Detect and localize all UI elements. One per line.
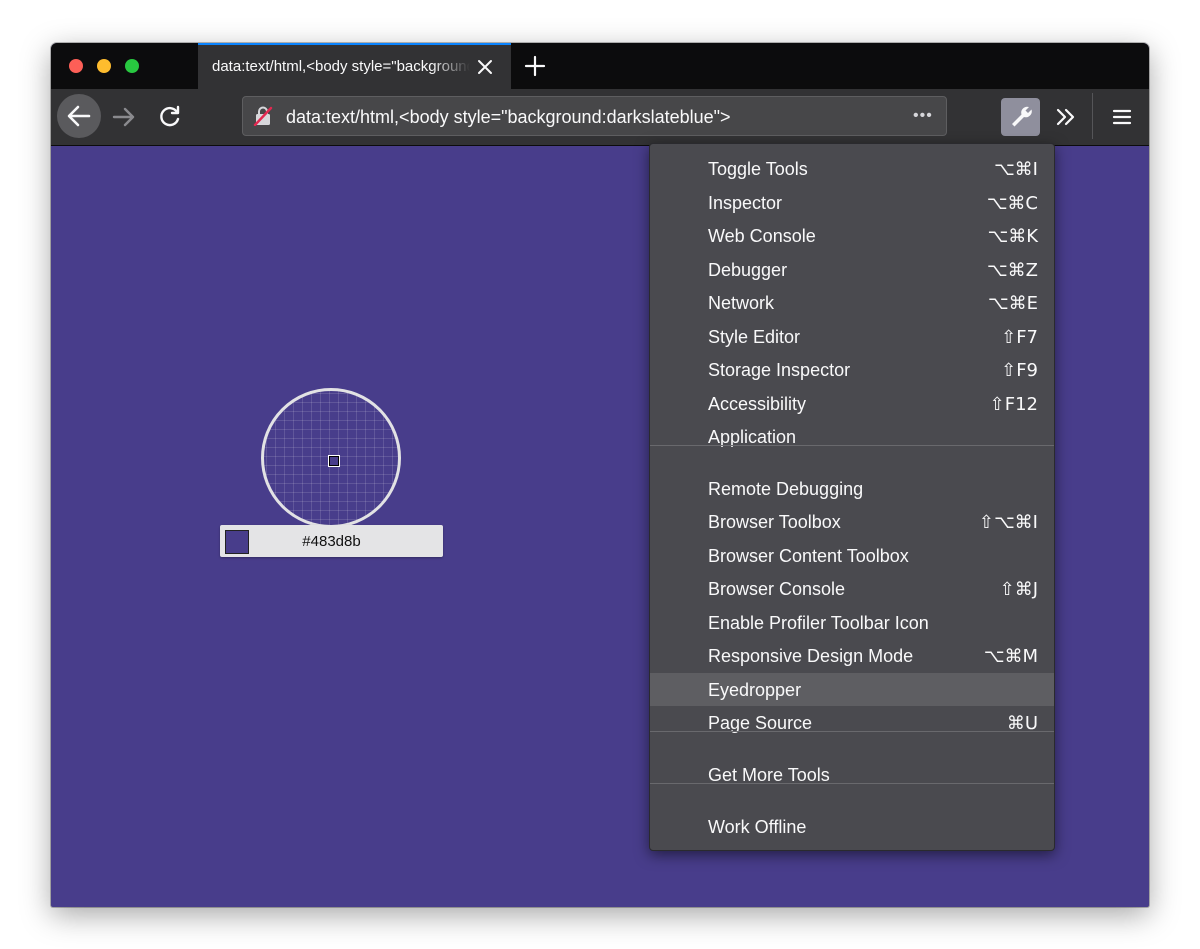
menu-item-debugger[interactable]: Debugger ⌥⌘Z — [650, 253, 1054, 286]
title-bar: data:text/html,<body style="background:d… — [51, 43, 1149, 89]
menu-item-shortcut: ⌥⌘Z — [986, 260, 1038, 281]
developer-tools-button[interactable] — [1001, 98, 1040, 136]
menu-item-responsive-design-mode[interactable]: Responsive Design Mode ⌥⌘M — [650, 639, 1054, 672]
menu-item-enable-profiler-toolbar-icon[interactable]: Enable Profiler Toolbar Icon — [650, 606, 1054, 639]
menu-item-label: Toggle Tools — [708, 159, 808, 179]
menu-item-browser-toolbox[interactable]: Browser Toolbox ⇧⌥⌘I — [650, 505, 1054, 538]
menu-item-shortcut: ⌥⌘K — [987, 226, 1038, 247]
window-close-button[interactable] — [69, 59, 83, 73]
menu-item-label: Remote Debugging — [708, 479, 864, 499]
forward-arrow-icon[interactable] — [111, 105, 137, 129]
menu-item-label: Browser Content Toolbox — [708, 546, 909, 566]
menu-item-accessibility[interactable]: Accessibility ⇧F12 — [650, 387, 1054, 420]
menu-item-work-offline[interactable]: Work Offline — [650, 810, 1054, 843]
back-arrow-icon — [67, 105, 91, 127]
menu-item-shortcut: ⌥⌘I — [993, 159, 1038, 180]
developer-tools-menu: Toggle Tools ⌥⌘I Inspector ⌥⌘C Web Console ⌥⌘… — [649, 143, 1055, 851]
menu-item-label: Enable Profiler Toolbar Icon — [708, 613, 929, 633]
window-zoom-button[interactable] — [125, 59, 139, 73]
menu-item-shortcut: ⇧⌥⌘I — [978, 512, 1038, 533]
wrench-icon — [1012, 106, 1032, 127]
menu-item-storage-inspector[interactable]: Storage Inspector ⇧F9 — [650, 353, 1054, 386]
menu-item-application[interactable]: Application — [650, 420, 1054, 453]
menu-item-label: Web Console — [708, 226, 816, 246]
menu-item-shortcut: ⇧F12 — [989, 394, 1038, 415]
menu-item-label: Eyedropper — [708, 680, 802, 700]
menu-item-network[interactable]: Network ⌥⌘E — [650, 286, 1054, 319]
menu-item-style-editor[interactable]: Style Editor ⇧F7 — [650, 320, 1054, 353]
tab-close-icon[interactable] — [475, 57, 495, 77]
menu-item-shortcut: ⇧F7 — [1001, 327, 1038, 348]
menu-item-page-source[interactable]: Page Source ⌘U — [650, 706, 1054, 739]
menu-item-get-more-tools[interactable]: Get More Tools — [650, 758, 1054, 791]
overflow-chevron-icon[interactable] — [1054, 105, 1078, 129]
menu-item-label: Browser Toolbox — [708, 512, 841, 532]
menu-item-eyedropper[interactable]: Eyedropper — [650, 673, 1054, 706]
menu-item-label: Browser Console — [708, 579, 846, 599]
menu-item-shortcut: ⌥⌘M — [983, 646, 1038, 667]
menu-item-label: Responsive Design Mode — [708, 646, 914, 666]
color-hex-value: #483d8b — [302, 533, 361, 550]
menu-item-label: Work Offline — [708, 817, 807, 837]
menu-item-shortcut: ⇧⌘J — [999, 579, 1038, 600]
menu-separator — [650, 783, 1054, 784]
menu-separator — [650, 445, 1054, 446]
eyedropper-center-pixel — [328, 455, 340, 467]
menu-item-inspector[interactable]: Inspector ⌥⌘C — [650, 186, 1054, 219]
menu-item-browser-console[interactable]: Browser Console ⇧⌘J — [650, 572, 1054, 605]
window-minimize-button[interactable] — [97, 59, 111, 73]
menu-item-shortcut: ⌥⌘C — [986, 193, 1038, 214]
page-actions-icon[interactable]: ••• — [913, 107, 933, 125]
menu-item-toggle-tools[interactable]: Toggle Tools ⌥⌘I — [650, 152, 1054, 185]
back-button[interactable] — [57, 94, 101, 138]
menu-item-shortcut: ⇧F9 — [1001, 360, 1038, 381]
menu-item-label: Inspector — [708, 193, 783, 213]
eyedropper-color-label: #483d8b — [220, 525, 443, 557]
menu-separator — [650, 731, 1054, 732]
url-bar[interactable]: data:text/html,<body style="background:d… — [242, 96, 947, 136]
menu-item-browser-content-toolbox[interactable]: Browser Content Toolbox — [650, 539, 1054, 572]
menu-item-label: Debugger — [708, 260, 788, 280]
reload-icon[interactable] — [157, 104, 183, 130]
menu-item-label: Accessibility — [708, 394, 807, 414]
hamburger-menu-icon[interactable] — [1110, 105, 1134, 129]
url-text[interactable]: data:text/html,<body style="background:d… — [286, 107, 731, 128]
menu-item-shortcut: ⌥⌘E — [987, 293, 1038, 314]
toolbar-separator — [1092, 93, 1093, 139]
menu-item-remote-debugging[interactable]: Remote Debugging — [650, 472, 1054, 505]
navigation-toolbar: data:text/html,<body style="background:d… — [51, 89, 1149, 146]
menu-item-label: Style Editor — [708, 327, 801, 347]
tab-active[interactable]: data:text/html,<body style="background:d… — [198, 43, 511, 89]
tab-title: data:text/html,<body style="background:d… — [212, 58, 470, 75]
insecure-lock-icon[interactable] — [253, 106, 273, 127]
menu-item-label: Network — [708, 293, 775, 313]
menu-item-web-console[interactable]: Web Console ⌥⌘K — [650, 219, 1054, 252]
menu-item-label: Storage Inspector — [708, 360, 851, 380]
new-tab-icon[interactable] — [523, 54, 547, 78]
